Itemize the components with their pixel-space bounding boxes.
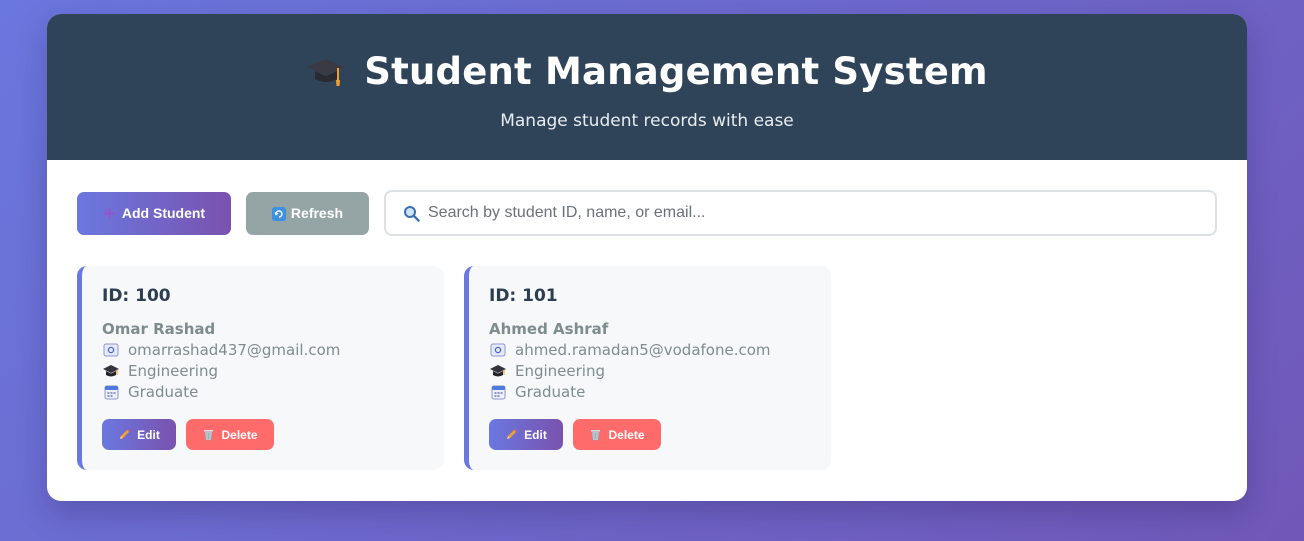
edit-label: Edit <box>524 427 547 442</box>
student-department: Engineering <box>128 362 218 380</box>
student-email-row: ahmed.ramadan5@vodafone.com <box>489 341 831 359</box>
student-card: ID: 101 Ahmed Ashraf ahmed.ramadan5@voda… <box>464 266 831 470</box>
student-email: ahmed.ramadan5@vodafone.com <box>515 341 771 359</box>
student-department-row: Engineering <box>102 362 444 380</box>
delete-label: Delete <box>608 427 645 442</box>
graduation-cap-icon <box>489 363 507 379</box>
student-name: Ahmed Ashraf <box>489 320 609 338</box>
calendar-icon <box>489 384 507 400</box>
student-card: ID: 100 Omar Rashad omarrashad437@gmail.… <box>77 266 444 470</box>
student-status: Graduate <box>128 383 199 401</box>
refresh-icon <box>271 206 286 221</box>
student-card-list: ID: 100 Omar Rashad omarrashad437@gmail.… <box>77 266 831 470</box>
app-container: Student Management System Manage student… <box>47 14 1247 501</box>
delete-button[interactable]: Delete <box>186 419 274 450</box>
student-name: Omar Rashad <box>102 320 216 338</box>
toolbar: Add Student Refresh <box>77 190 1217 236</box>
search-input[interactable] <box>428 198 1215 228</box>
student-department: Engineering <box>515 362 605 380</box>
student-email-row: omarrashad437@gmail.com <box>102 341 444 359</box>
edit-button[interactable]: Edit <box>489 419 563 450</box>
edit-button[interactable]: Edit <box>102 419 176 450</box>
email-icon <box>489 342 507 358</box>
delete-label: Delete <box>221 427 258 442</box>
graduation-cap-icon <box>102 363 120 379</box>
delete-button[interactable]: Delete <box>573 419 661 450</box>
student-id: ID: 101 <box>489 286 558 306</box>
graduation-cap-icon <box>306 53 346 89</box>
student-status-row: Graduate <box>489 383 831 401</box>
student-department-row: Engineering <box>489 362 831 380</box>
student-status: Graduate <box>515 383 586 401</box>
email-icon <box>102 342 120 358</box>
search-icon <box>403 205 420 222</box>
student-id: ID: 100 <box>102 286 171 306</box>
page-subtitle: Manage student records with ease <box>500 110 794 131</box>
calendar-icon <box>102 384 120 400</box>
trash-icon <box>589 428 602 441</box>
trash-icon <box>202 428 215 441</box>
pencil-icon <box>505 428 518 441</box>
plus-icon <box>103 207 116 220</box>
edit-label: Edit <box>137 427 160 442</box>
refresh-button[interactable]: Refresh <box>246 191 369 235</box>
student-email: omarrashad437@gmail.com <box>128 341 341 359</box>
search-box <box>384 190 1217 236</box>
app-header: Student Management System Manage student… <box>47 14 1247 160</box>
add-student-button[interactable]: Add Student <box>77 191 231 235</box>
refresh-label: Refresh <box>290 205 344 221</box>
pencil-icon <box>118 428 131 441</box>
card-actions: Edit Delete <box>102 419 274 450</box>
add-student-label: Add Student <box>121 205 206 221</box>
student-status-row: Graduate <box>102 383 444 401</box>
page-title: Student Management System <box>364 49 988 93</box>
card-actions: Edit Delete <box>489 419 661 450</box>
title-row: Student Management System <box>306 50 988 93</box>
